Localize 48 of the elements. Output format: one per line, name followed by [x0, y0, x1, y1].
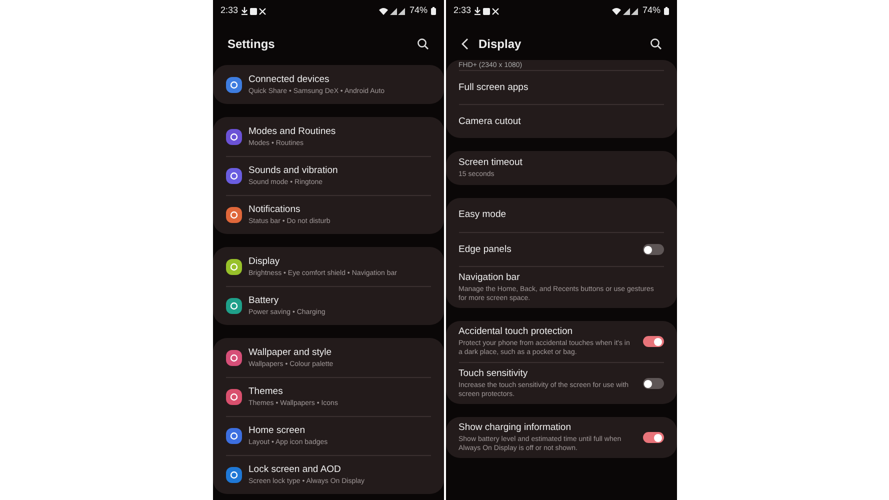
- download-icon: [474, 7, 482, 15]
- setting-title: Display: [248, 256, 281, 268]
- setting-title: Easy mode: [458, 209, 508, 221]
- settings-item[interactable]: Easy mode: [458, 198, 664, 232]
- setting-title: Modes and Routines: [248, 126, 337, 138]
- search-icon[interactable]: [650, 38, 662, 50]
- page-title: Settings: [228, 36, 275, 52]
- wifi-icon: [612, 7, 622, 15]
- toggle-switch[interactable]: [642, 378, 664, 389]
- setting-title: Battery: [248, 295, 280, 307]
- status-time: 2:33: [220, 4, 238, 18]
- settings-item[interactable]: Edge panels: [458, 232, 664, 266]
- signal-icon: [623, 7, 640, 15]
- setting-title: Lock screen and AOD: [248, 464, 342, 476]
- setting-title: Sounds and vibration: [248, 165, 339, 177]
- back-icon[interactable]: [460, 38, 468, 50]
- page-title: Display: [478, 36, 522, 52]
- setting-title: Show charging information: [458, 422, 572, 434]
- setting-title: Accidental touch protection: [458, 326, 574, 338]
- battery-percent: 74%: [409, 4, 428, 18]
- battery-icon: [664, 7, 668, 15]
- setting-title: Notifications: [248, 204, 302, 216]
- status-time: 2:33: [454, 4, 472, 18]
- setting-title: Camera cutout: [458, 116, 522, 128]
- setting-title: Screen timeout: [458, 157, 524, 169]
- toggle-switch[interactable]: [642, 244, 664, 255]
- settings-item[interactable]: Full screen apps: [458, 70, 664, 104]
- x-icon: [492, 8, 500, 14]
- signal-icon: [390, 7, 406, 15]
- image-icon: [483, 8, 490, 14]
- x-icon: [259, 8, 266, 14]
- toggle-switch[interactable]: [642, 336, 664, 347]
- setting-title: Themes: [248, 386, 284, 398]
- battery-icon: [430, 7, 436, 15]
- setting-title: Navigation bar: [458, 272, 521, 284]
- setting-title: Edge panels: [458, 244, 512, 256]
- image-icon: [250, 8, 258, 14]
- download-icon: [241, 7, 248, 15]
- toggle-switch[interactable]: [642, 432, 664, 443]
- setting-title: Connected devices: [248, 74, 330, 86]
- wifi-icon: [379, 7, 388, 15]
- setting-title: Full screen apps: [458, 82, 530, 94]
- setting-title: Wallpaper and style: [248, 346, 333, 358]
- search-icon[interactable]: [416, 38, 428, 50]
- setting-title: Touch sensitivity: [458, 368, 529, 380]
- setting-title: Home screen: [248, 425, 306, 437]
- settings-item[interactable]: Camera cutout: [458, 104, 664, 138]
- battery-percent: 74%: [642, 4, 660, 18]
